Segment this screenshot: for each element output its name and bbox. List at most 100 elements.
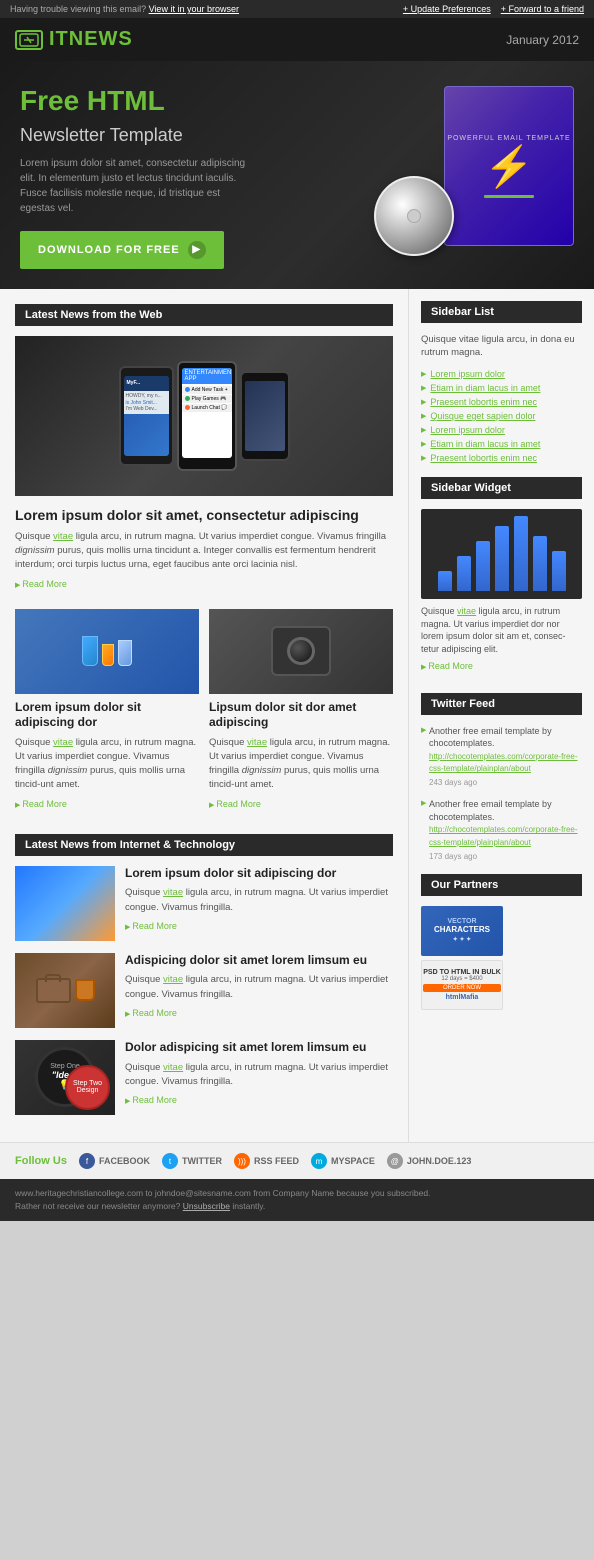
article-image-1 — [15, 609, 199, 694]
rss-item[interactable]: ))) RSS FEED — [234, 1153, 299, 1169]
unsubscribe-link[interactable]: Unsubscribe — [183, 1201, 230, 1211]
step-two-circle: Step TwoDesign — [65, 1065, 110, 1110]
header: ITNEWS January 2012 — [0, 18, 594, 61]
forward-link[interactable]: + Forward to a friend — [501, 4, 584, 14]
hero-image: POWERFUL EMAIL TEMPLATE ⚡ — [394, 86, 574, 246]
flask-2 — [102, 644, 114, 666]
article2-body: Quisque vitae ligula arcu, in rutrum mag… — [15, 736, 199, 793]
phone-screen-1: MyF... HOWDY, my n... is John Smit... I'… — [124, 376, 169, 456]
inet-article3-read-more[interactable]: Read More — [125, 1095, 177, 1105]
main-content: Latest News from the Web MyF... HOWDY, m… — [0, 289, 594, 1142]
widget-read-more[interactable]: Read More — [421, 661, 473, 671]
internet-article3-body: Quisque vitae ligula arcu, in rutrum mag… — [125, 1061, 393, 1090]
sidebar-widget: Sidebar Widget Quisque vitae ligula arcu… — [421, 477, 582, 680]
camera-image — [271, 626, 331, 676]
phone-mockup: MyF... HOWDY, my n... is John Smit... I'… — [119, 361, 290, 471]
partner2-text: PSD TO HTML IN BULK 12 days = $400 ORDER… — [423, 969, 501, 1001]
article2-link[interactable]: vitae — [53, 737, 73, 748]
internet-article1-body: Quisque vitae ligula arcu, in rutrum mag… — [125, 886, 393, 915]
bar-4 — [495, 526, 509, 591]
rss-icon: ))) — [234, 1153, 250, 1169]
view-browser-link[interactable]: View it in your browser — [149, 4, 239, 14]
article2-title: Lorem ipsum dolor sit adipiscing dor — [15, 700, 199, 731]
partner-logo-1[interactable]: VECTOR CHARACTERS ✦ ✦ ✦ — [421, 906, 503, 956]
flask-image — [82, 636, 132, 666]
internet-thumb-2 — [15, 953, 115, 1028]
twitter-feed-section: Twitter Feed Another free email template… — [421, 693, 582, 862]
list-item: Quisque eget sapien dolor — [421, 409, 582, 423]
facebook-item[interactable]: f FACEBOOK — [79, 1153, 150, 1169]
bar-7 — [552, 551, 566, 591]
two-col-articles: Lorem ipsum dolor sit adipiscing dor Qui… — [15, 609, 393, 819]
internet-article-2-content: Adispicing dolor sit amet lorem limsum e… — [125, 953, 393, 1028]
article3-link[interactable]: vitae — [247, 737, 267, 748]
inet-article1-link[interactable]: vitae — [163, 887, 183, 898]
email-label: JOHN.DOE.123 — [407, 1156, 472, 1166]
footer-line2: Rather not receive our newsletter anymor… — [15, 1200, 579, 1213]
inet-article2-read-more[interactable]: Read More — [125, 1008, 177, 1018]
footer: www.heritagechristiancollege.com to john… — [0, 1179, 594, 1221]
cup-icon — [75, 979, 95, 1001]
partner1-text: VECTOR CHARACTERS ✦ ✦ ✦ — [434, 918, 490, 943]
article-col-1: Lorem ipsum dolor sit adipiscing dor Qui… — [15, 609, 199, 819]
inet-article2-link[interactable]: vitae — [163, 974, 183, 985]
widget-chart — [421, 509, 582, 599]
tweet-2: Another free email template by chocotemp… — [421, 798, 582, 862]
email-item[interactable]: @ JOHN.DOE.123 — [387, 1153, 472, 1169]
main-article-read-more[interactable]: Read More — [15, 579, 67, 589]
partners-header: Our Partners — [421, 874, 582, 896]
sidebar-list-items: Lorem ipsum dolor Etiam in diam lacus in… — [421, 367, 582, 465]
hero-text: Free HTML Newsletter Template Lorem ipsu… — [20, 86, 394, 269]
widget-link[interactable]: vitae — [457, 606, 476, 616]
header-date: January 2012 — [506, 33, 579, 47]
article2-read-more[interactable]: Read More — [15, 799, 67, 809]
bar-5 — [514, 516, 528, 591]
internet-article-1-row: Lorem ipsum dolor sit adipiscing dor Qui… — [15, 866, 393, 941]
download-button[interactable]: DOWNLOAD FOR FREE ▶ — [20, 231, 224, 269]
twitter-item[interactable]: t TWITTER — [162, 1153, 222, 1169]
bar-1 — [438, 571, 452, 591]
follow-us-label: Follow Us — [15, 1155, 67, 1167]
internet-article-1-content: Lorem ipsum dolor sit adipiscing dor Qui… — [125, 866, 393, 941]
bar-2 — [457, 556, 471, 591]
flask-3 — [118, 640, 132, 666]
list-item: Praesent lobortis enim nec — [421, 451, 582, 465]
tweet-1: Another free email template by chocotemp… — [421, 725, 582, 789]
inet-article1-read-more[interactable]: Read More — [125, 921, 177, 931]
logo-text: ITNEWS — [49, 28, 133, 51]
list-item: Etiam in diam lacus in amet — [421, 381, 582, 395]
internet-news-header: Latest News from Internet & Technology — [15, 834, 393, 856]
tweet2-link[interactable]: http://chocotemplates.com/corporate-free… — [429, 825, 578, 847]
list-item: Lorem ipsum dolor — [421, 367, 582, 381]
sidebar-widget-text: Quisque vitae ligula arcu, in rutrum mag… — [421, 605, 582, 655]
facebook-icon: f — [79, 1153, 95, 1169]
logo: ITNEWS — [15, 28, 133, 51]
internet-article2-title: Adispicing dolor sit amet lorem limsum e… — [125, 953, 393, 969]
partner-logos: VECTOR CHARACTERS ✦ ✦ ✦ PSD TO HTML IN B… — [421, 906, 582, 1010]
twitter-label: TWITTER — [182, 1156, 222, 1166]
bar-6 — [533, 536, 547, 591]
myspace-item[interactable]: m MYSPACE — [311, 1153, 375, 1169]
inet-article3-link[interactable]: vitae — [163, 1062, 183, 1073]
logo-icon — [15, 30, 43, 50]
list-item: Lorem ipsum dolor — [421, 423, 582, 437]
twitter-icon: t — [162, 1153, 178, 1169]
tweet1-link[interactable]: http://chocotemplates.com/corporate-free… — [429, 752, 578, 774]
partner-logo-2[interactable]: PSD TO HTML IN BULK 12 days = $400 ORDER… — [421, 960, 503, 1010]
sidebar-widget-header: Sidebar Widget — [421, 477, 582, 499]
list-item: Praesent lobortis enim nec — [421, 395, 582, 409]
hero-box: POWERFUL EMAIL TEMPLATE ⚡ — [444, 86, 574, 246]
top-bar: Having trouble viewing this email? View … — [0, 0, 594, 18]
update-prefs-link[interactable]: + Update Preferences — [403, 4, 491, 14]
latest-news-header: Latest News from the Web — [15, 304, 393, 326]
article-col-2: Lipsum dolor sit dor amet adipiscing Qui… — [209, 609, 393, 819]
email-icon: @ — [387, 1153, 403, 1169]
article3-read-more[interactable]: Read More — [209, 799, 261, 809]
sidebar-list: Lorem ipsum dolor Etiam in diam lacus in… — [421, 367, 582, 465]
myspace-icon: m — [311, 1153, 327, 1169]
list-item: Etiam in diam lacus in amet — [421, 437, 582, 451]
main-news-image: MyF... HOWDY, my n... is John Smit... I'… — [15, 336, 393, 496]
our-partners-section: Our Partners VECTOR CHARACTERS ✦ ✦ ✦ PSD… — [421, 874, 582, 1010]
twitter-feed-header: Twitter Feed — [421, 693, 582, 715]
main-article-link[interactable]: vitae — [53, 531, 73, 542]
